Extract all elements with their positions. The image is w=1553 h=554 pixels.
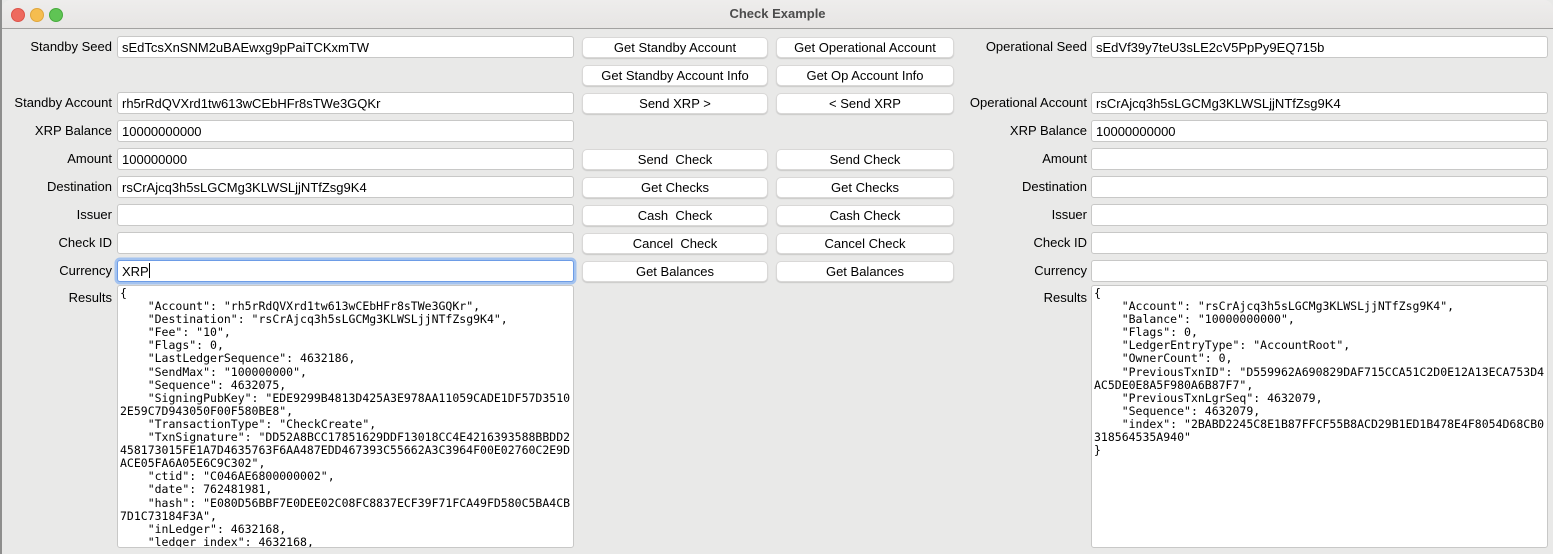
standby-send-check-button[interactable]: Send Check bbox=[582, 149, 768, 170]
standby-amount-input[interactable] bbox=[117, 148, 574, 170]
send-xrp-right-button[interactable]: Send XRP > bbox=[582, 93, 768, 114]
standby-currency-label: Currency bbox=[2, 260, 112, 281]
op-check-id-input[interactable] bbox=[1091, 232, 1548, 254]
standby-account-input[interactable] bbox=[117, 92, 574, 114]
get-standby-account-button[interactable]: Get Standby Account bbox=[582, 37, 768, 58]
get-op-account-info-button[interactable]: Get Op Account Info bbox=[776, 65, 954, 86]
standby-xrp-balance-label: XRP Balance bbox=[2, 120, 112, 141]
standby-cash-check-button[interactable]: Cash Check bbox=[582, 205, 768, 226]
window-title: Check Example bbox=[2, 0, 1553, 28]
get-standby-account-info-button[interactable]: Get Standby Account Info bbox=[582, 65, 768, 86]
standby-xrp-balance-input[interactable] bbox=[117, 120, 574, 142]
check-example-window: Check Example Standby Seed Standby Accou… bbox=[0, 0, 1553, 554]
standby-results-label: Results bbox=[2, 287, 112, 308]
standby-get-balances-button[interactable]: Get Balances bbox=[582, 261, 768, 282]
op-account-input[interactable] bbox=[1091, 92, 1548, 114]
text-caret bbox=[149, 263, 150, 278]
op-seed-label: Operational Seed bbox=[927, 36, 1087, 57]
standby-check-id-label: Check ID bbox=[2, 232, 112, 253]
titlebar: Check Example bbox=[2, 0, 1553, 29]
standby-amount-label: Amount bbox=[2, 148, 112, 169]
standby-account-label: Standby Account bbox=[2, 92, 112, 113]
op-xrp-balance-label: XRP Balance bbox=[927, 120, 1087, 141]
standby-issuer-input[interactable] bbox=[117, 204, 574, 226]
op-seed-input[interactable] bbox=[1091, 36, 1548, 58]
standby-destination-label: Destination bbox=[2, 176, 112, 197]
standby-get-checks-button[interactable]: Get Checks bbox=[582, 177, 768, 198]
standby-check-id-input[interactable] bbox=[117, 232, 574, 254]
op-account-label: Operational Account bbox=[927, 92, 1087, 113]
op-xrp-balance-input[interactable] bbox=[1091, 120, 1548, 142]
standby-currency-input[interactable] bbox=[117, 260, 574, 282]
standby-cancel-check-button[interactable]: Cancel Check bbox=[582, 233, 768, 254]
op-issuer-label: Issuer bbox=[927, 204, 1087, 225]
standby-results-text[interactable]: { "Account": "rh5rRdQVXrd1tw613wCEbHFr8s… bbox=[117, 285, 574, 548]
standby-issuer-label: Issuer bbox=[2, 204, 112, 225]
op-currency-input[interactable] bbox=[1091, 260, 1548, 282]
op-destination-label: Destination bbox=[927, 176, 1087, 197]
op-check-id-label: Check ID bbox=[927, 232, 1087, 253]
op-destination-input[interactable] bbox=[1091, 176, 1548, 198]
standby-seed-label: Standby Seed bbox=[2, 36, 112, 57]
standby-seed-input[interactable] bbox=[117, 36, 574, 58]
op-amount-input[interactable] bbox=[1091, 148, 1548, 170]
op-amount-label: Amount bbox=[927, 148, 1087, 169]
operational-results-text[interactable]: { "Account": "rsCrAjcq3h5sLGCMg3KLWSLjjN… bbox=[1091, 285, 1548, 548]
standby-destination-input[interactable] bbox=[117, 176, 574, 198]
op-results-label: Results bbox=[927, 287, 1087, 308]
op-currency-label: Currency bbox=[927, 260, 1087, 281]
op-issuer-input[interactable] bbox=[1091, 204, 1548, 226]
